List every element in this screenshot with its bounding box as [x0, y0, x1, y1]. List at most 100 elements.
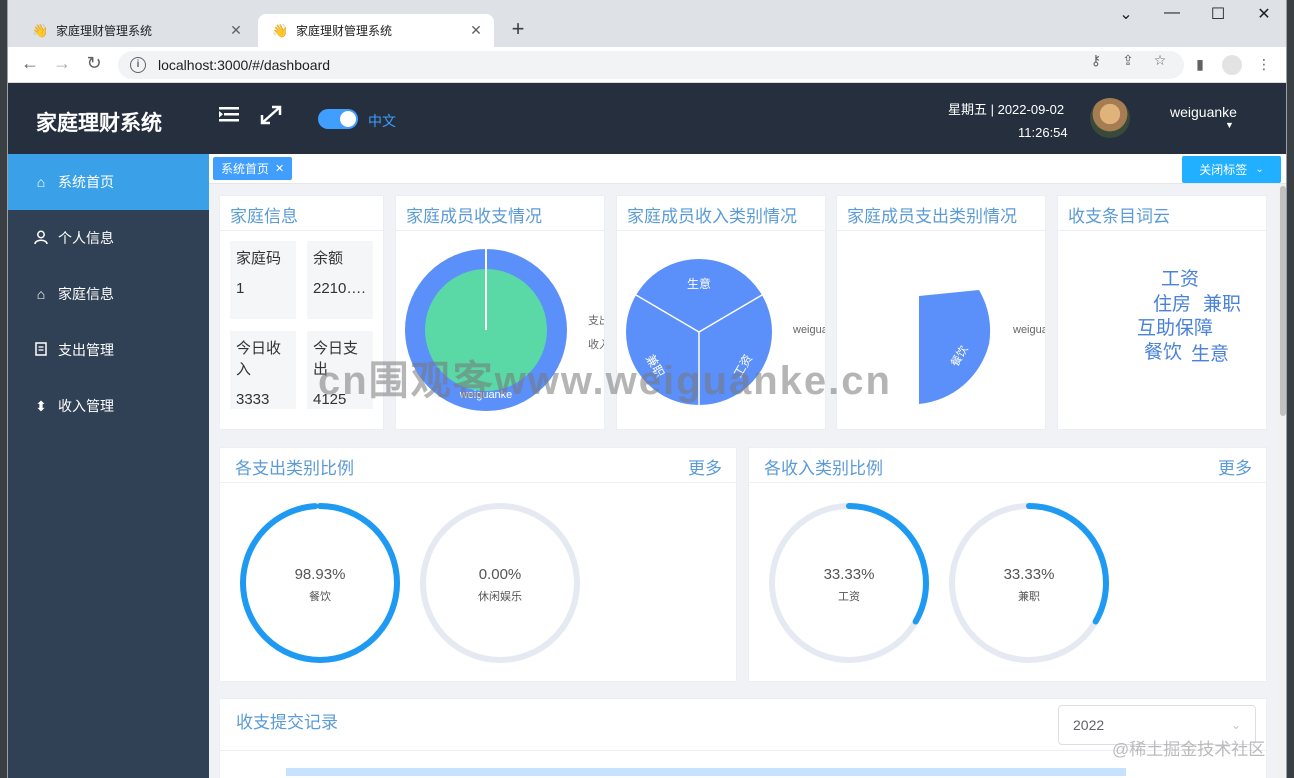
ring-percent: 0.00%	[478, 566, 522, 583]
favicon-icon: 👋	[32, 22, 49, 38]
new-tab-button[interactable]: +	[508, 16, 528, 42]
fullscreen-icon[interactable]	[260, 105, 282, 131]
forward-button[interactable]: →	[50, 53, 74, 74]
records-heatmap-strip	[286, 768, 1126, 776]
minimize-button[interactable]: —	[1160, 4, 1184, 22]
browser-tab[interactable]: 👋 家庭理财管理系统 ✕	[18, 14, 254, 47]
sidebar-item-label: 家庭信息	[58, 286, 114, 302]
time-display: 11:26:54	[1018, 125, 1068, 140]
info-cell-today-income: 今日收入 3333	[230, 331, 296, 409]
maximize-button[interactable]: ☐	[1206, 4, 1230, 24]
close-tags-button[interactable]: 关闭标签 ⌄	[1182, 156, 1281, 183]
close-tag-icon[interactable]: ✕	[275, 162, 284, 175]
ring-label: 休闲娱乐	[478, 591, 522, 603]
ring-percent: 33.33%	[823, 566, 875, 583]
back-button[interactable]: ←	[18, 53, 42, 74]
card-header: 家庭信息	[220, 196, 383, 231]
share-icon[interactable]: ⇪	[1118, 52, 1138, 69]
card-header: 家庭成员支出类别情况	[837, 196, 1045, 231]
tag-label: 系统首页	[221, 162, 270, 176]
chevron-down-icon: ⌄	[1255, 164, 1264, 175]
main-scrollbar[interactable]	[1278, 184, 1286, 778]
address-bar[interactable]: i localhost:3000/#/dashboard	[118, 51, 1184, 79]
star-icon[interactable]: ☆	[1150, 52, 1170, 69]
app-header: 家庭理财系统 中文 星期五 | 2022-09-02 11:26:54 weig…	[8, 83, 1286, 154]
home-icon: ⌂	[36, 174, 46, 190]
reload-button[interactable]: ↻	[82, 53, 106, 74]
chevron-down-icon[interactable]: ⌄	[1114, 4, 1138, 24]
chevron-down-icon: ⌄	[1230, 718, 1241, 732]
sidebar-item-profile[interactable]: 个人信息	[8, 210, 209, 266]
info-label: 家庭码	[236, 250, 282, 267]
sidebar-item-family[interactable]: ⌂ 家庭信息	[8, 266, 209, 322]
card-header: 各收入类别比例 更多	[749, 448, 1266, 483]
caret-down-icon[interactable]: ▼	[1225, 120, 1234, 130]
info-cell-family-code: 家庭码 1	[230, 241, 296, 319]
sidebar-item-income[interactable]: ⬍ 收入管理	[8, 378, 209, 434]
sidebar-item-dashboard[interactable]: ⌂ 系统首页	[8, 154, 209, 210]
app-logo: 家庭理财系统	[36, 112, 162, 135]
wordcloud-card: 收支条目词云 工资 住房 兼职 互助保障 餐饮 生意	[1057, 195, 1267, 430]
menu-collapse-icon[interactable]	[219, 105, 239, 129]
card-title: 收支条目词云	[1068, 207, 1170, 226]
legend-label: weiguanke	[1013, 324, 1045, 336]
main-content: 系统首页 ✕ 关闭标签 ⌄ 家庭信息 家庭码 1 余额 2210…. 今日收入 …	[209, 154, 1286, 778]
progress-ring: 98.93% 餐饮	[239, 502, 401, 664]
sort-icon: ⬍	[35, 397, 47, 414]
close-tab-icon[interactable]: ✕	[228, 22, 244, 39]
ring-svg	[949, 503, 1109, 663]
sidepanel-icon[interactable]: ▮	[1190, 56, 1210, 73]
browser-tab-title: 家庭理财管理系统	[56, 24, 153, 38]
more-icon[interactable]: ⋮	[1254, 56, 1274, 73]
watermark-text: cn围观客www.weiguanke.cn	[318, 359, 892, 403]
records-card: 收支提交记录 2022 ⌄	[219, 698, 1267, 778]
legend-item[interactable]: weiguanke	[787, 324, 825, 336]
ring-svg	[240, 503, 400, 663]
member-expense-rose[interactable]: 餐饮	[907, 286, 997, 406]
browser-tabstrip: 👋 家庭理财管理系统 ✕ 👋 家庭理财管理系统 ✕ + ⌄ — ☐ ✕	[8, 0, 1286, 47]
card-title: 家庭成员收支情况	[406, 207, 542, 226]
cloud-word: 工资	[1161, 269, 1200, 290]
card-title: 家庭信息	[230, 207, 298, 226]
browser-tab-active[interactable]: 👋 家庭理财管理系统 ✕	[258, 14, 494, 47]
card-title: 家庭成员收入类别情况	[627, 207, 797, 226]
sidebar-item-label: 个人信息	[58, 230, 114, 246]
key-icon[interactable]: ⚷	[1086, 52, 1106, 69]
cloud-word: 兼职	[1203, 294, 1242, 315]
favicon-icon: 👋	[272, 22, 289, 38]
close-window-button[interactable]: ✕	[1252, 4, 1276, 24]
close-tab-icon[interactable]: ✕	[468, 22, 484, 39]
user-icon	[32, 230, 50, 247]
expense-ratio-card: 各支出类别比例 更多 98.93% 餐饮 0.00% 休闲娱乐	[219, 447, 737, 682]
year-select-value: 2022	[1073, 717, 1105, 733]
cloud-word: 餐饮	[1144, 342, 1183, 363]
info-value: 3333	[236, 391, 270, 408]
more-link[interactable]: 更多	[688, 454, 726, 478]
url-text: localhost:3000/#/dashboard	[158, 57, 331, 73]
ring-label: 工资	[838, 591, 860, 603]
legend-item[interactable]: 支出	[582, 312, 604, 328]
date-display: 星期五 | 2022-09-02	[948, 102, 1065, 117]
ring-percent: 33.33%	[1003, 566, 1055, 583]
username[interactable]: weiguanke	[1170, 104, 1237, 120]
rose-slice[interactable]	[919, 290, 991, 404]
cloud-word: 住房	[1153, 294, 1192, 315]
scrollbar-thumb[interactable]	[1280, 186, 1286, 416]
sidebar-item-expense[interactable]: 支出管理	[8, 322, 209, 378]
tag-dashboard[interactable]: 系统首页 ✕	[213, 157, 293, 180]
info-value: 1	[236, 280, 245, 297]
ring-svg	[769, 503, 929, 663]
more-link[interactable]: 更多	[1218, 454, 1256, 478]
ring-label: 餐饮	[309, 591, 331, 603]
profile-avatar[interactable]	[1222, 55, 1242, 75]
user-avatar[interactable]	[1090, 98, 1130, 138]
legend-item[interactable]: weiguanke	[1007, 324, 1045, 336]
ring-svg	[420, 503, 580, 663]
language-toggle[interactable]	[318, 109, 358, 129]
info-icon[interactable]: i	[130, 57, 146, 73]
info-label: 今日收入	[236, 340, 282, 378]
sidebar-item-label: 系统首页	[58, 174, 114, 190]
tags-bar: 系统首页 ✕ 关闭标签 ⌄	[209, 154, 1286, 184]
card-title: 收支提交记录	[236, 713, 338, 732]
app-root: 家庭理财系统 中文 星期五 | 2022-09-02 11:26:54 weig…	[8, 83, 1286, 778]
